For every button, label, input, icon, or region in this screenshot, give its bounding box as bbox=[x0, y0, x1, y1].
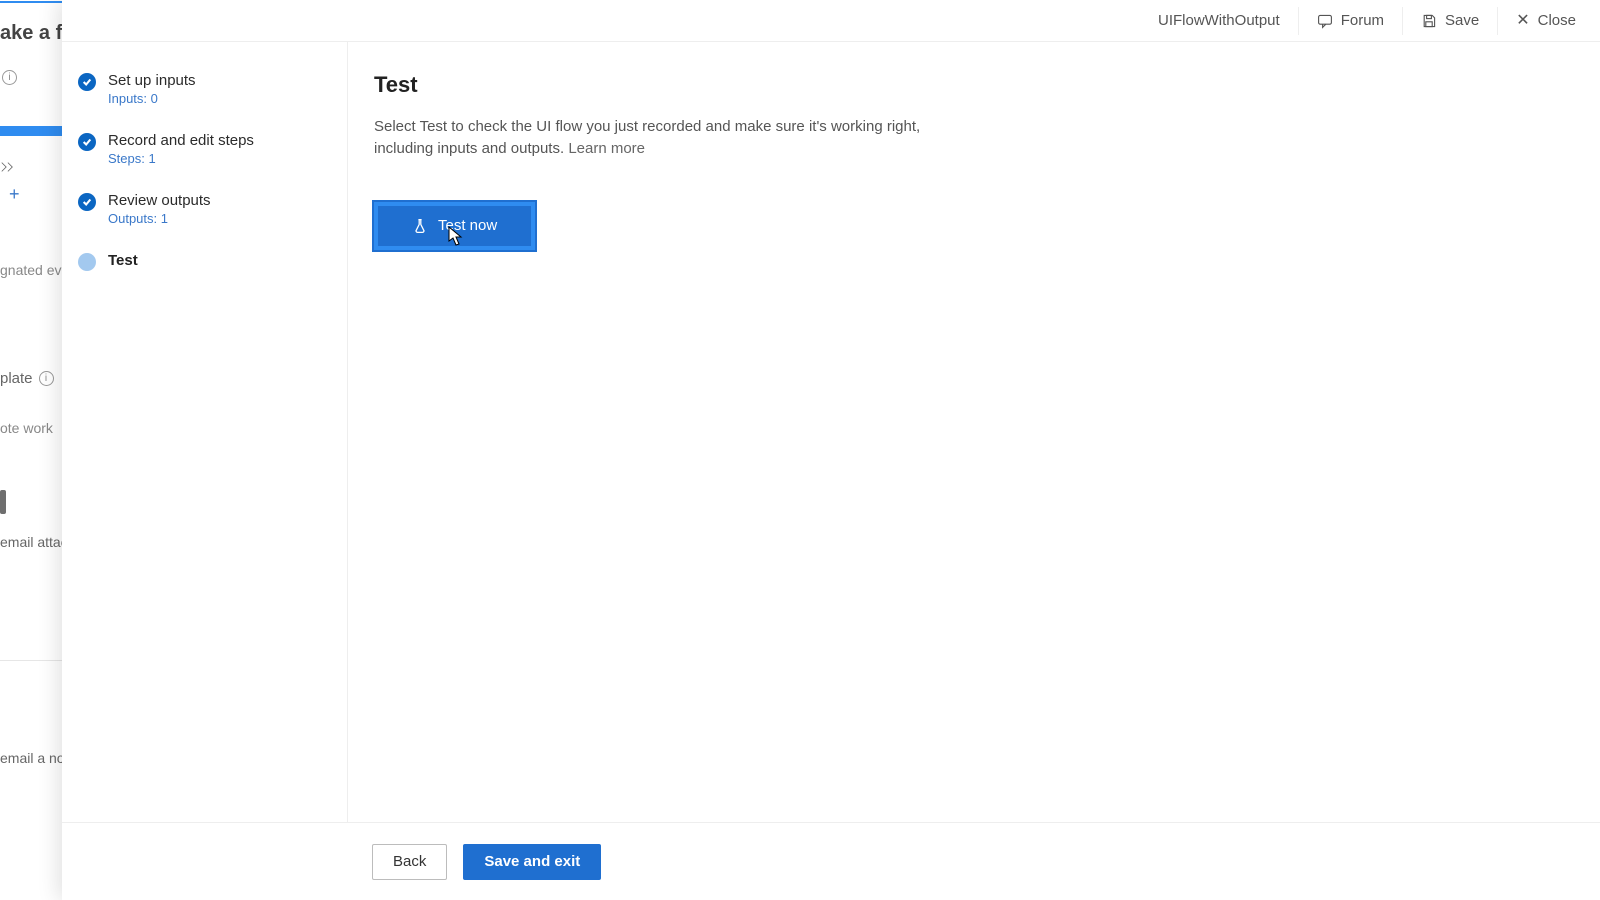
chat-icon bbox=[1317, 13, 1333, 29]
step-current-icon bbox=[78, 253, 96, 271]
flow-name: UIFlowWithOutput bbox=[1140, 12, 1298, 29]
page-title: Test bbox=[374, 72, 1574, 98]
description-text: Select Test to check the UI flow you jus… bbox=[374, 118, 920, 157]
save-and-exit-button[interactable]: Save and exit bbox=[463, 844, 601, 880]
info-icon: i bbox=[39, 371, 54, 386]
bg-text-fragment: email attac bbox=[0, 534, 62, 550]
save-and-exit-label: Save and exit bbox=[484, 853, 580, 870]
step-review-outputs[interactable]: Review outputs Outputs: 1 bbox=[78, 182, 335, 242]
flask-icon bbox=[412, 218, 428, 234]
back-button[interactable]: Back bbox=[372, 844, 447, 880]
check-icon bbox=[78, 73, 96, 91]
check-icon bbox=[78, 193, 96, 211]
bg-text-fragment: plate bbox=[0, 370, 33, 387]
forum-label: Forum bbox=[1341, 12, 1384, 29]
bg-highlight-strip bbox=[0, 126, 62, 136]
step-set-up-inputs[interactable]: Set up inputs Inputs: 0 bbox=[78, 62, 335, 122]
top-bar: UIFlowWithOutput Forum Save ✕ Close bbox=[62, 0, 1600, 42]
close-icon: ✕ bbox=[1516, 13, 1529, 29]
step-subtitle: Outputs: 1 bbox=[108, 211, 211, 226]
bg-separator bbox=[0, 660, 62, 661]
save-icon bbox=[1421, 13, 1437, 29]
plus-icon: + bbox=[9, 184, 20, 205]
step-test[interactable]: Test bbox=[78, 242, 335, 287]
step-record-and-edit[interactable]: Record and edit steps Steps: 1 bbox=[78, 122, 335, 182]
footer-bar: Back Save and exit bbox=[62, 822, 1600, 900]
step-title: Set up inputs bbox=[108, 72, 196, 89]
close-label: Close bbox=[1538, 12, 1576, 29]
bg-text-fragment: email a no bbox=[0, 750, 62, 766]
back-label: Back bbox=[393, 853, 426, 870]
test-now-label: Test now bbox=[438, 217, 497, 234]
step-subtitle: Inputs: 0 bbox=[108, 91, 196, 106]
forum-button[interactable]: Forum bbox=[1299, 0, 1402, 41]
bg-title-fragment: ake a flo bbox=[0, 22, 62, 45]
test-now-button[interactable]: Test now bbox=[374, 202, 535, 250]
bg-text-fragment: ote work bbox=[0, 420, 53, 436]
path-icon bbox=[0, 160, 14, 174]
ui-flow-panel: UIFlowWithOutput Forum Save ✕ Close Set … bbox=[62, 0, 1600, 900]
close-button[interactable]: ✕ Close bbox=[1498, 0, 1594, 41]
bg-thumb-fragment bbox=[0, 490, 6, 514]
description: Select Test to check the UI flow you jus… bbox=[374, 116, 974, 160]
info-icon: i bbox=[2, 70, 17, 85]
check-icon bbox=[78, 133, 96, 151]
background-page: ake a flo i + gnated even plate i ote wo… bbox=[0, 0, 62, 900]
bg-text-fragment: gnated even bbox=[0, 262, 62, 278]
step-title: Review outputs bbox=[108, 192, 211, 209]
learn-more-link[interactable]: Learn more bbox=[568, 140, 645, 157]
panel-body: Set up inputs Inputs: 0 Record and edit … bbox=[62, 42, 1600, 822]
step-title: Test bbox=[108, 252, 138, 269]
step-list: Set up inputs Inputs: 0 Record and edit … bbox=[62, 42, 348, 822]
bg-accent-bar bbox=[0, 1, 62, 3]
step-subtitle: Steps: 1 bbox=[108, 151, 254, 166]
step-title: Record and edit steps bbox=[108, 132, 254, 149]
save-button[interactable]: Save bbox=[1403, 0, 1497, 41]
save-label: Save bbox=[1445, 12, 1479, 29]
main-content: Test Select Test to check the UI flow yo… bbox=[348, 42, 1600, 822]
bg-template-row: plate i bbox=[0, 370, 54, 387]
